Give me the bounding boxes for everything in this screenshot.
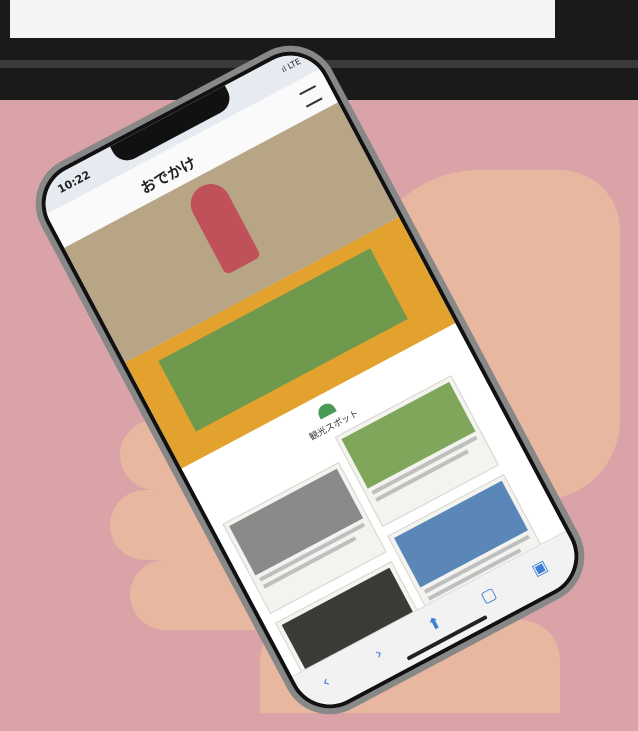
monitor-screen bbox=[10, 0, 555, 38]
share-icon[interactable]: ⬆ bbox=[424, 612, 445, 635]
bookmarks-icon[interactable]: ▢ bbox=[477, 583, 499, 607]
tabs-icon[interactable]: ▣ bbox=[528, 556, 550, 580]
signal-icon: ıl LTE bbox=[279, 56, 303, 75]
back-icon[interactable]: ‹ bbox=[318, 672, 333, 692]
forward-icon[interactable]: › bbox=[371, 643, 386, 663]
menu-icon[interactable] bbox=[299, 85, 323, 108]
parfait-photo bbox=[183, 176, 262, 276]
